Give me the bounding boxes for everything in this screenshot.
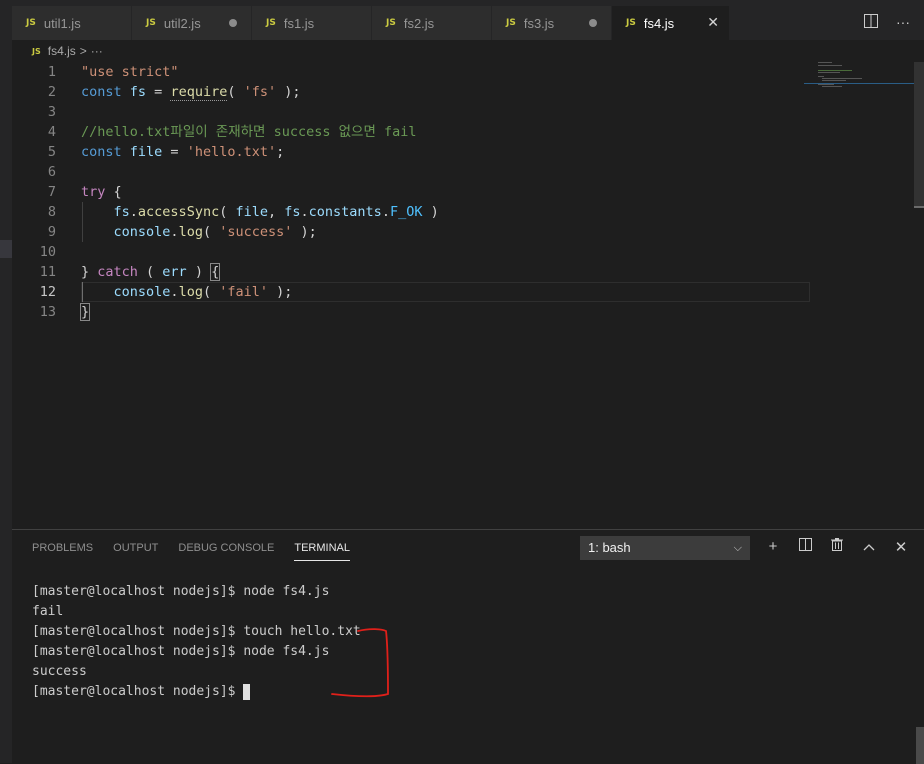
code-line: 9 console.log( 'success' ); — [47, 224, 317, 240]
code-line: 6 — [47, 164, 56, 180]
code-line: 10 — [39, 244, 56, 260]
tab-fs3[interactable]: JS fs3.js — [492, 6, 612, 40]
terminal-line: [master@localhost nodejs]$ touch hello.t… — [32, 624, 361, 639]
split-terminal-icon[interactable] — [796, 538, 814, 556]
close-tab-icon[interactable]: ✕ — [707, 14, 719, 31]
js-file-icon: JS — [506, 18, 516, 28]
terminal-line: success — [32, 664, 87, 679]
editor-actions: ··· — [864, 14, 910, 31]
code-line: 13} — [39, 303, 91, 321]
unsaved-dot-icon[interactable] — [229, 19, 237, 27]
terminal-prompt-line[interactable]: [master@localhost nodejs]$ — [32, 682, 361, 702]
code-editor[interactable]: 1 "use strict" 2 const fs = require( 'fs' … — [12, 62, 924, 528]
terminal-line: [master@localhost nodejs]$ node fs4.js — [32, 644, 330, 659]
js-file-icon: JS — [26, 18, 36, 28]
tab-debug-console[interactable]: DEBUG CONSOLE — [178, 542, 274, 561]
code-line-current: 12 console.log( 'fail' ); — [39, 284, 293, 300]
js-file-icon: JS — [626, 18, 636, 28]
editor-scrollbar[interactable] — [914, 62, 924, 206]
code-line: 5 const file = 'hello.txt'; — [47, 144, 285, 160]
code-line: 3 — [47, 104, 56, 120]
terminal-line: [master@localhost nodejs]$ node fs4.js — [32, 584, 330, 599]
code-line: 11} catch ( err ) { — [39, 263, 221, 281]
tab-fs2[interactable]: JS fs2.js — [372, 6, 492, 40]
tab-label: fs1.js — [283, 15, 315, 31]
js-file-icon: JS — [146, 18, 156, 28]
terminal-output[interactable]: [master@localhost nodejs]$ node fs4.js f… — [32, 582, 361, 702]
more-actions-icon[interactable]: ··· — [896, 14, 910, 31]
tab-label: fs2.js — [403, 15, 435, 31]
code-line: 1 "use strict" — [47, 64, 179, 80]
breadcrumb-more[interactable]: ··· — [91, 44, 103, 58]
panel-tabs: PROBLEMS OUTPUT DEBUG CONSOLE TERMINAL — [32, 542, 350, 561]
terminal-line: fail — [32, 604, 64, 619]
code-line: 2 const fs = require( 'fs' ); — [47, 84, 301, 101]
chevron-up-icon[interactable] — [860, 538, 878, 556]
terminal-selector[interactable]: 1: bash ⌵ — [580, 536, 750, 560]
panel-actions: + ✕ — [764, 538, 910, 556]
bottom-panel: PROBLEMS OUTPUT DEBUG CONSOLE TERMINAL 1… — [12, 529, 924, 764]
close-panel-icon[interactable]: ✕ — [892, 538, 910, 556]
tab-problems[interactable]: PROBLEMS — [32, 542, 93, 561]
unsaved-dot-icon[interactable] — [589, 19, 597, 27]
terminal-cursor — [243, 683, 251, 700]
tab-fs1[interactable]: JS fs1.js — [252, 6, 372, 40]
tab-output[interactable]: OUTPUT — [113, 542, 158, 561]
minimap[interactable] — [804, 62, 914, 92]
breadcrumb-separator: > — [79, 44, 87, 58]
js-file-icon: JS — [32, 46, 41, 56]
breadcrumb-file[interactable]: fs4.js — [48, 44, 76, 58]
terminal-prompt: [master@localhost nodejs]$ — [32, 684, 244, 699]
tab-util2[interactable]: JS util2.js — [132, 6, 252, 40]
tab-util1[interactable]: JS util1.js — [12, 6, 132, 40]
terminal-selector-value: 1: bash — [588, 540, 631, 555]
tab-label: fs3.js — [523, 15, 555, 31]
trash-icon[interactable] — [828, 538, 846, 556]
tab-fs4[interactable]: JS fs4.js ✕ — [612, 6, 730, 40]
tab-label: util1.js — [43, 15, 81, 31]
tab-terminal[interactable]: TERMINAL — [294, 542, 350, 561]
code-line: 7 try { — [47, 184, 122, 200]
scrollbar-cursor-marker — [914, 206, 924, 208]
strip-marker — [0, 240, 12, 258]
split-editor-icon[interactable] — [864, 14, 878, 31]
editor-tab-bar: JS util1.js JS util2.js JS fs1.js JS fs2… — [12, 0, 924, 40]
tab-label: fs4.js — [643, 15, 675, 31]
code-comment: //hello.txt파일이 존재하면 success 없으면 fail — [81, 124, 417, 140]
chevron-down-icon: ⌵ — [733, 542, 742, 554]
add-terminal-icon[interactable]: + — [764, 538, 782, 556]
js-file-icon: JS — [386, 18, 396, 28]
left-activity-strip — [0, 0, 12, 763]
terminal-scrollbar[interactable] — [916, 727, 924, 764]
breadcrumb: JS fs4.js > ··· — [32, 43, 103, 59]
red-bracket-annotation — [331, 628, 389, 698]
code-line: 8 fs.accessSync( file, fs.constants.F_OK… — [47, 204, 439, 220]
js-file-icon: JS — [266, 18, 276, 28]
code-line: 4//hello.txt파일이 존재하면 success 없으면 fail — [47, 124, 417, 140]
tab-label: util2.js — [163, 15, 201, 31]
